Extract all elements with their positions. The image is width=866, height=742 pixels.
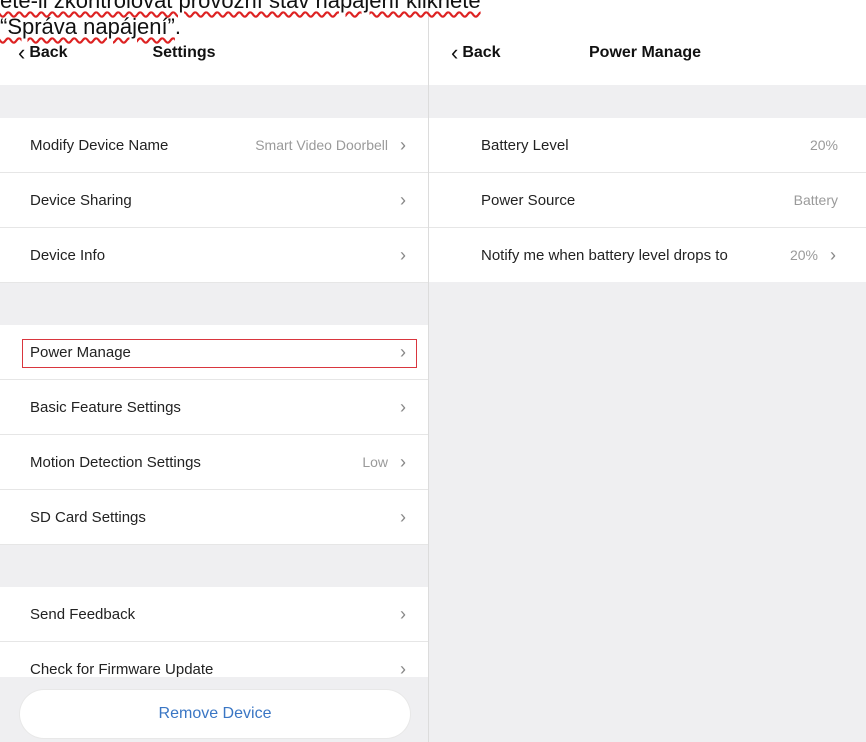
power-source-value: Battery xyxy=(793,192,838,208)
section-gap xyxy=(429,85,866,118)
row-label: Basic Feature Settings xyxy=(30,398,181,416)
chevron-left-icon: ‹ xyxy=(18,40,26,65)
chevron-right-icon: › xyxy=(400,603,406,624)
row-battery-level: Battery Level 20% xyxy=(429,118,866,173)
row-label: SD Card Settings xyxy=(30,508,146,526)
chevron-right-icon: › xyxy=(400,506,406,527)
chevron-right-icon: › xyxy=(400,396,406,417)
row-power-source: Power Source Battery xyxy=(429,173,866,228)
chevron-right-icon: › xyxy=(400,451,406,472)
row-label: Device Sharing xyxy=(30,191,132,209)
back-label: Back xyxy=(462,44,501,61)
settings-navbar: ‹ Back Settings xyxy=(0,30,428,85)
row-device-sharing[interactable]: Device Sharing › xyxy=(0,173,428,228)
power-manage-navbar: ‹ Back Power Manage xyxy=(429,30,866,85)
row-basic-feature-settings[interactable]: Basic Feature Settings › xyxy=(0,380,428,435)
empty-area xyxy=(429,282,866,742)
power-manage-panel: ‹ Back Power Manage Battery Level 20% Po… xyxy=(429,0,866,742)
row-label: Check for Firmware Update xyxy=(30,660,214,678)
page-title: Power Manage xyxy=(589,44,702,61)
row-label: Device Info xyxy=(30,246,106,264)
row-label: Notify me when battery level drops to xyxy=(481,246,728,264)
remove-device-button[interactable]: Remove Device xyxy=(20,690,410,738)
settings-panel: ‹ Back Settings Modify Device Name Smart… xyxy=(0,0,429,742)
section-gap xyxy=(0,85,428,118)
row-label: Motion Detection Settings xyxy=(30,453,201,471)
notify-threshold-value: 20% xyxy=(789,247,818,263)
row-label: Power Source xyxy=(481,191,576,209)
row-sd-card-settings[interactable]: SD Card Settings › xyxy=(0,490,428,545)
row-label: Power Manage xyxy=(30,343,131,361)
back-button[interactable]: ‹ Back xyxy=(451,40,501,65)
chevron-left-icon: ‹ xyxy=(451,40,459,65)
row-label: Modify Device Name xyxy=(30,136,169,154)
section-gap xyxy=(0,545,428,587)
page-title: Settings xyxy=(152,44,216,61)
row-value: Low xyxy=(362,454,388,470)
chevron-right-icon: › xyxy=(400,244,406,265)
row-label: Send Feedback xyxy=(30,605,136,623)
remove-device-label: Remove Device xyxy=(158,705,272,722)
row-motion-detection-settings[interactable]: Motion Detection Settings Low › xyxy=(0,435,428,490)
battery-level-value: 20% xyxy=(809,137,838,153)
row-device-info[interactable]: Device Info › xyxy=(0,228,428,283)
row-notify-threshold[interactable]: Notify me when battery level drops to 20… xyxy=(429,228,866,283)
chevron-right-icon: › xyxy=(400,134,406,155)
chevron-right-icon: › xyxy=(400,341,406,362)
chevron-right-icon: › xyxy=(830,244,836,265)
row-send-feedback[interactable]: Send Feedback › xyxy=(0,587,428,642)
row-value: Smart Video Doorbell xyxy=(255,137,388,153)
chevron-right-icon: › xyxy=(400,189,406,210)
row-power-manage[interactable]: Power Manage › xyxy=(0,325,428,380)
row-label: Battery Level xyxy=(481,136,569,154)
section-gap xyxy=(0,283,428,325)
row-modify-device-name[interactable]: Modify Device Name Smart Video Doorbell … xyxy=(0,118,428,173)
